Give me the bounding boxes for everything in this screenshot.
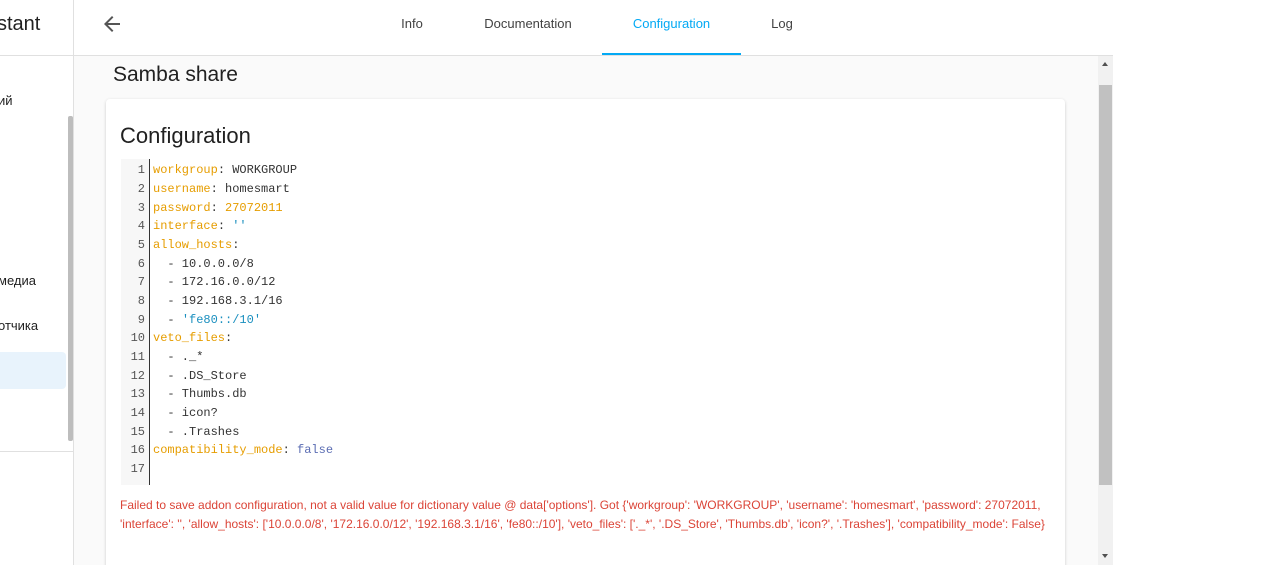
yaml-separator: : (217, 163, 233, 177)
yaml-separator: : (210, 182, 226, 196)
line-number: 5 (137, 238, 145, 252)
code-line: - .DS_Store (153, 369, 247, 383)
sidebar-item-media[interactable]: медиа (0, 273, 36, 288)
tab-configuration[interactable]: Configuration (602, 0, 741, 55)
yaml-value: WORKGROUP (232, 163, 298, 177)
sidebar-item-selected[interactable] (0, 352, 66, 389)
code-line: username: homesmart (153, 182, 290, 196)
card-title: Configuration (120, 123, 251, 148)
back-button[interactable] (100, 12, 124, 36)
yaml-key: compatibility_mode (153, 443, 283, 457)
line-number: 9 (137, 313, 145, 327)
scroll-down-arrow-icon[interactable] (1102, 554, 1108, 558)
yaml-value: '' (232, 219, 247, 233)
yaml-value: homesmart (225, 182, 290, 196)
line-number: 11 (130, 350, 145, 364)
yaml-key: interface (153, 219, 218, 233)
yaml-separator: : (210, 201, 226, 215)
yaml-separator: : (217, 219, 233, 233)
code-line: - 10.0.0.0/8 (153, 257, 254, 271)
scrollbar-thumb[interactable] (1099, 85, 1112, 485)
code-line: password: 27072011 (153, 201, 283, 215)
top-bar: Info Documentation Configuration Log (74, 0, 1113, 56)
yaml-editor[interactable]: 1 2 3 4 5 6 7 8 9 10 11 12 13 14 15 16 1… (121, 159, 1051, 485)
line-number: 8 (137, 294, 145, 308)
code-line: allow_hosts: (153, 238, 239, 252)
yaml-key: username (153, 182, 211, 196)
yaml-separator: : (232, 238, 240, 252)
line-number-gutter: 1 2 3 4 5 6 7 8 9 10 11 12 13 14 15 16 1… (121, 159, 150, 485)
line-number: 6 (137, 257, 145, 271)
sidebar-scrollbar[interactable] (68, 116, 73, 441)
code-line: compatibility_mode: false (153, 443, 333, 457)
yaml-separator: : (225, 331, 233, 345)
line-number: 2 (137, 182, 145, 196)
app-title: stant (0, 13, 41, 35)
yaml-value: 'fe80::/10' (181, 313, 262, 327)
scroll-up-arrow-icon[interactable] (1102, 62, 1108, 66)
line-number: 17 (130, 462, 145, 476)
line-number: 16 (130, 443, 145, 457)
code-line: - ._* (153, 350, 204, 364)
code-line: veto_files: (153, 331, 232, 345)
yaml-value: false (297, 443, 334, 457)
tab-documentation[interactable]: Documentation (468, 0, 588, 55)
yaml-key: allow_hosts (153, 238, 233, 252)
code-line: - 172.16.0.0/12 (153, 275, 276, 289)
error-message: Failed to save addon configuration, not … (120, 498, 1045, 531)
yaml-list-prefix: - (153, 313, 182, 327)
code-line: - .Trashes (153, 425, 240, 439)
line-number: 12 (130, 369, 145, 383)
sidebar-item-developer[interactable]: отчика (0, 318, 38, 333)
code-line: - icon? (153, 406, 218, 420)
code-line: interface: '' (153, 219, 247, 233)
tab-configuration-label: Configuration (632, 16, 711, 31)
line-number: 13 (130, 387, 145, 401)
sidebar-item-1[interactable]: ий (0, 93, 13, 108)
arrow-left-icon (104, 16, 120, 32)
yaml-separator: : (282, 443, 298, 457)
yaml-key: workgroup (153, 163, 218, 177)
page-title: Samba share (113, 63, 238, 86)
code-line: - 'fe80::/10' (153, 313, 261, 327)
sidebar-divider (0, 55, 73, 56)
line-number: 14 (130, 406, 145, 420)
code-line: workgroup: WORKGROUP (153, 163, 297, 177)
configuration-card: Configuration 1 2 3 4 5 6 7 8 9 10 11 12… (106, 99, 1065, 565)
line-number: 4 (137, 219, 145, 233)
main-scrollbar[interactable] (1098, 56, 1113, 565)
line-number: 3 (137, 201, 145, 215)
main-content: Samba share Configuration 1 2 3 4 5 6 7 … (74, 56, 1098, 565)
active-tab-indicator (602, 53, 741, 55)
sidebar: stant ий медиа отчика (0, 0, 74, 565)
line-number: 1 (137, 163, 145, 177)
tab-log[interactable]: Log (755, 0, 809, 55)
code-line: - Thumbs.db (153, 387, 247, 401)
yaml-value: 27072011 (225, 201, 283, 215)
yaml-key: password (153, 201, 211, 215)
sidebar-divider-bottom (0, 451, 73, 452)
line-number: 7 (137, 275, 145, 289)
line-number: 10 (130, 331, 145, 345)
tab-info[interactable]: Info (385, 0, 439, 55)
line-number: 15 (130, 425, 145, 439)
yaml-key: veto_files (153, 331, 226, 345)
code-line: - 192.168.3.1/16 (153, 294, 283, 308)
